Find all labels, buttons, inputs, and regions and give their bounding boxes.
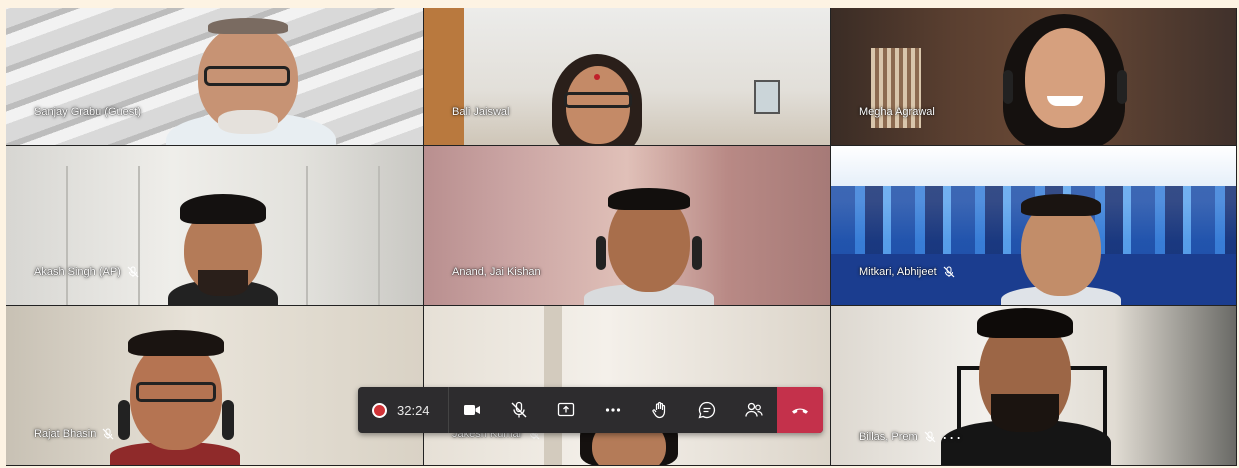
chat-button[interactable] [683, 387, 730, 433]
participant-video [156, 18, 356, 145]
more-actions-button[interactable] [590, 387, 637, 433]
mic-off-icon [943, 266, 955, 278]
participant-tile[interactable]: Anand, Jai Kishan [424, 146, 831, 306]
participant-tile[interactable]: Mitkari, Abhijeet [831, 146, 1237, 306]
participant-tile[interactable]: Jakesh Kumar [424, 306, 831, 466]
participant-video [168, 194, 278, 305]
tile-more-icon[interactable]: ··· [942, 428, 963, 446]
hang-up-button[interactable] [777, 387, 823, 433]
door-frame [424, 8, 464, 145]
wall-frame [754, 80, 780, 114]
wall-pillar [544, 306, 562, 465]
camera-button[interactable] [449, 387, 496, 433]
participant-video [941, 308, 1111, 465]
recording-indicator: 32:24 [358, 402, 448, 418]
hang-up-icon [792, 408, 809, 414]
participants-button[interactable] [730, 387, 777, 433]
participant-name-label: Rajat Bhasin [34, 428, 114, 440]
mic-off-icon [102, 428, 114, 440]
participant-name-label: Megha Agrawal [859, 106, 935, 118]
participants-icon [744, 402, 763, 417]
participant-name-label: Bali Jaiswal [452, 106, 510, 118]
chat-icon [698, 401, 715, 419]
raise-hand-button[interactable] [636, 387, 683, 433]
mic-off-icon [511, 401, 527, 418]
recording-time: 32:24 [397, 402, 430, 418]
mic-off-icon [924, 431, 936, 443]
participant-tile[interactable]: Bali Jaiswal [424, 8, 831, 146]
participant-name-label: Mitkari, Abhijeet [859, 266, 955, 278]
mic-button[interactable] [496, 387, 543, 433]
wall-arch [66, 166, 140, 305]
mic-off-icon [127, 266, 139, 278]
wall-arch [306, 166, 380, 305]
participant-name-label: Anand, Jai Kishan [452, 266, 541, 278]
raise-hand-icon [652, 401, 665, 419]
participant-tile[interactable]: Sanjay Grabu (Guest) [6, 8, 424, 146]
participant-name-label: Sanjay Grabu (Guest) [34, 106, 141, 118]
meeting-control-bar: 32:24 [358, 387, 823, 433]
participant-tile[interactable]: Megha Agrawal [831, 8, 1237, 146]
camera-icon [464, 405, 481, 415]
participant-video [544, 54, 664, 145]
participant-video [999, 8, 1139, 145]
share-screen-icon [557, 402, 575, 417]
more-icon [605, 408, 621, 412]
participant-video [584, 188, 714, 305]
participant-name-label: Billas, Prem ··· [859, 427, 963, 447]
participant-video [1001, 194, 1121, 305]
record-icon [372, 402, 387, 418]
participant-name-label: Akash Singh (AP) [34, 266, 139, 278]
participant-video [110, 330, 240, 465]
participant-tile[interactable]: Rajat Bhasin [6, 306, 424, 466]
participant-tile[interactable]: Billas, Prem ··· [831, 306, 1237, 466]
participant-tile[interactable]: Akash Singh (AP) [6, 146, 424, 306]
share-screen-button[interactable] [543, 387, 590, 433]
